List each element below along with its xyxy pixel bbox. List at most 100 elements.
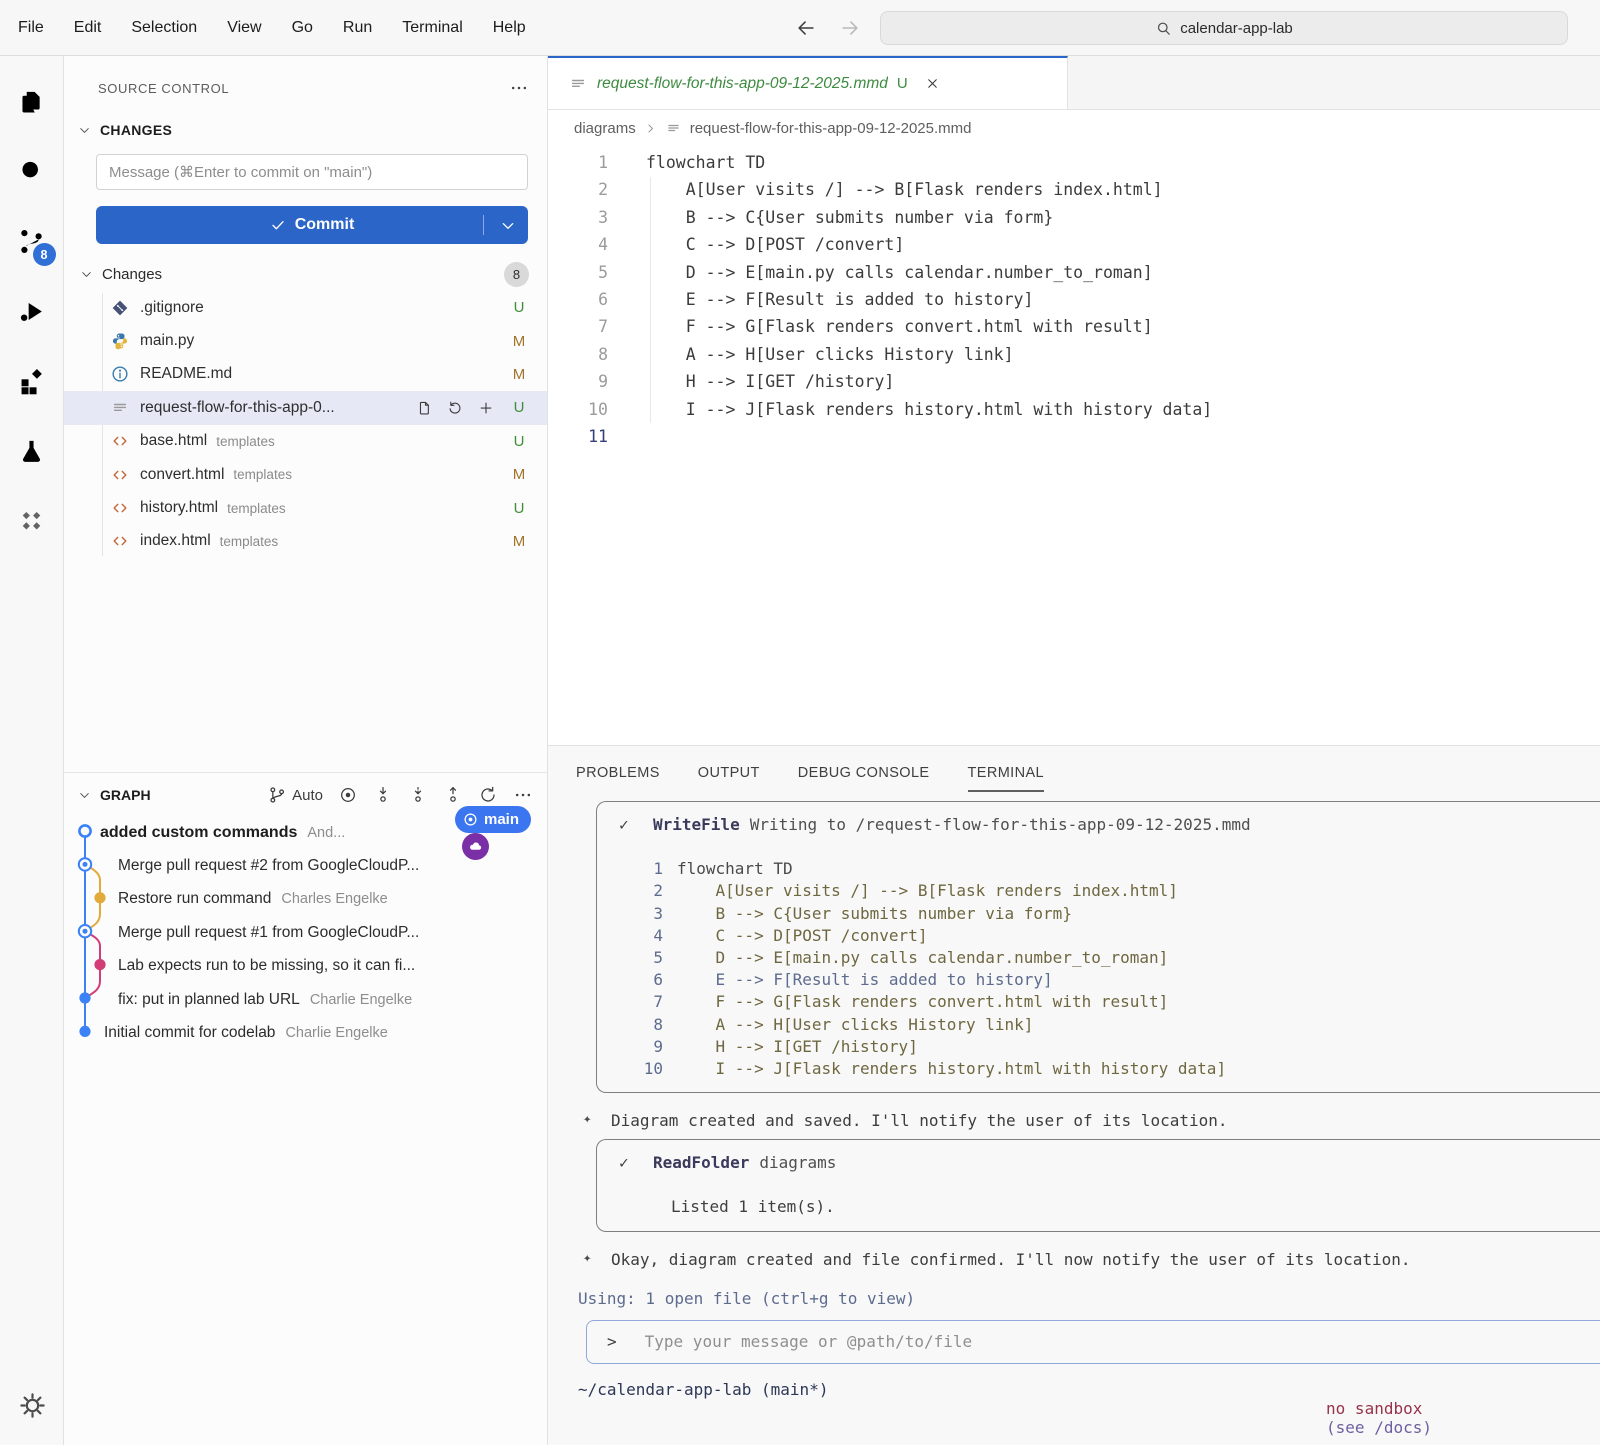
activity-gemini-icon[interactable]: [7, 486, 57, 556]
refresh-icon[interactable]: [478, 785, 498, 805]
terminal-code-line: 6 E --> F[Result is added to history]: [597, 969, 1600, 991]
scm-file-main.py[interactable]: main.pyM: [64, 324, 547, 357]
more-actions-icon[interactable]: [513, 785, 533, 805]
commit-button[interactable]: Commit: [96, 206, 528, 244]
menu-file[interactable]: File: [18, 19, 44, 37]
changes-section-header[interactable]: CHANGES: [78, 122, 547, 138]
commit-row[interactable]: Lab expects run to be missing, so it can…: [64, 950, 547, 983]
menu-terminal[interactable]: Terminal: [402, 19, 462, 37]
line-number: 1: [548, 149, 608, 176]
sidebar-title: SOURCE CONTROL: [98, 81, 229, 96]
gitignore-icon: [110, 298, 130, 318]
html-icon: [110, 431, 130, 451]
scm-file-README.md[interactable]: README.mdM: [64, 358, 547, 391]
code-line: 5 D --> E[main.py calls calendar.number_…: [548, 259, 1600, 286]
fetch-icon[interactable]: [373, 785, 393, 805]
git-status-U: U: [511, 399, 527, 416]
activity-search-icon[interactable]: [7, 136, 57, 206]
terminal-line-number: 7: [637, 991, 663, 1013]
file-name: .gitignore: [140, 299, 204, 317]
agent-message: ✦ Diagram created and saved. I'll notify…: [583, 1111, 1600, 1130]
activity-extensions-icon[interactable]: [7, 346, 57, 416]
terminal-readfolder-block: ✓ ReadFolder diagrams Listed 1 item(s).: [596, 1139, 1600, 1231]
changes-section-label: CHANGES: [100, 122, 172, 138]
terminal-code-line: 8 A --> H[User clicks History link]: [597, 1014, 1600, 1036]
menu-help[interactable]: Help: [493, 19, 526, 37]
activity-explorer-icon[interactable]: [7, 66, 57, 136]
close-icon[interactable]: [925, 76, 940, 91]
open-file-icon[interactable]: [415, 399, 433, 417]
target-icon[interactable]: [338, 785, 358, 805]
line-number: 6: [548, 286, 608, 313]
editor-tab[interactable]: request-flow-for-this-app-09-12-2025.mmd…: [548, 56, 1068, 109]
html-icon: [110, 498, 130, 518]
sparkle-icon: ✦: [583, 1111, 611, 1130]
menu-edit[interactable]: Edit: [74, 19, 102, 37]
commit-author: Charlie Engelke: [285, 1025, 387, 1041]
panel-tab-terminal[interactable]: TERMINAL: [968, 765, 1045, 792]
scm-file-request-flow-for-this-app-0...[interactable]: request-flow-for-this-app-0...U: [64, 391, 547, 424]
back-arrow-icon[interactable]: [795, 17, 817, 39]
scm-file-.gitignore[interactable]: .gitignoreU: [64, 291, 547, 324]
pull-icon[interactable]: [408, 785, 428, 805]
breadcrumb-filename[interactable]: request-flow-for-this-app-09-12-2025.mmd: [690, 120, 972, 137]
menu-run[interactable]: Run: [343, 19, 372, 37]
tool-description: Writing to /request-flow-for-this-app-09…: [750, 814, 1251, 836]
stage-icon[interactable]: [477, 399, 495, 417]
commit-message: added custom commands: [100, 824, 297, 842]
line-text: F --> G[Flask renders convert.html with …: [646, 313, 1153, 340]
activity-testing-icon[interactable]: [7, 416, 57, 486]
code-line: 11: [548, 423, 1600, 450]
menu-selection[interactable]: Selection: [131, 19, 197, 37]
command-center-search[interactable]: calendar-app-lab: [880, 11, 1568, 45]
more-actions-icon[interactable]: [509, 78, 529, 98]
commit-row[interactable]: Restore run commandCharles Engelke: [64, 883, 547, 916]
commit-row[interactable]: Merge pull request #2 from GoogleCloudP.…: [64, 849, 547, 882]
commit-row[interactable]: added custom commandsAnd...main: [64, 816, 547, 849]
commit-row[interactable]: Merge pull request #1 from GoogleCloudP.…: [64, 916, 547, 949]
terminal-line-text: E --> F[Result is added to history]: [677, 969, 1053, 991]
agent-input-box[interactable]: >: [586, 1320, 1600, 1364]
agent-message-input[interactable]: [643, 1331, 1600, 1352]
discard-icon[interactable]: [446, 399, 464, 417]
terminal-line-text: F --> G[Flask renders convert.html with …: [677, 991, 1168, 1013]
commit-message: Initial commit for codelab: [104, 1024, 275, 1042]
file-folder: templates: [227, 501, 286, 516]
graph-auto-toggle[interactable]: Auto: [267, 785, 323, 805]
breadcrumb[interactable]: diagrams request-flow-for-this-app-09-12…: [548, 110, 1600, 146]
scm-file-history.html[interactable]: history.htmltemplatesU: [64, 491, 547, 524]
activity-run-debug-icon[interactable]: [7, 276, 57, 346]
settings-gear-icon[interactable]: [0, 1390, 64, 1421]
activity-bar: 8: [0, 56, 64, 1445]
menu-view[interactable]: View: [227, 19, 261, 37]
tool-result: Listed 1 item(s).: [597, 1196, 1600, 1218]
menu-go[interactable]: Go: [292, 19, 313, 37]
terminal-line-text: B --> C{User submits number via form}: [677, 903, 1072, 925]
commit-button-label: Commit: [295, 216, 355, 234]
panel-tab-problems[interactable]: PROBLEMS: [576, 765, 660, 792]
source-control-sidebar: SOURCE CONTROL CHANGES Commit Changes 8 …: [64, 56, 548, 1445]
commit-message-input[interactable]: [96, 154, 528, 190]
cwd-branch-status: ~/calendar-app-lab (main*): [578, 1380, 828, 1445]
line-number: 4: [548, 231, 608, 258]
panel-tab-output[interactable]: OUTPUT: [698, 765, 760, 792]
breadcrumb-folder[interactable]: diagrams: [574, 120, 636, 137]
terminal-code-line: 2 A[User visits /] --> B[Flask renders i…: [597, 880, 1600, 902]
activity-source-control-icon[interactable]: 8: [7, 206, 57, 276]
file-folder: templates: [233, 467, 292, 482]
file-name: README.md: [140, 365, 232, 383]
scm-file-base.html[interactable]: base.htmltemplatesU: [64, 425, 547, 458]
branch-main-badge[interactable]: main: [455, 806, 531, 833]
terminal-line-number: 9: [637, 1036, 663, 1058]
scm-file-index.html[interactable]: index.htmltemplatesM: [64, 525, 547, 558]
code-editor[interactable]: 1flowchart TD2 A[User visits /] --> B[Fl…: [548, 146, 1600, 745]
changes-group-header[interactable]: Changes 8: [80, 262, 529, 287]
push-icon[interactable]: [443, 785, 463, 805]
commit-row[interactable]: fix: put in planned lab URLCharlie Engel…: [64, 983, 547, 1016]
panel-tab-debug-console[interactable]: DEBUG CONSOLE: [798, 765, 930, 792]
commit-row[interactable]: Initial commit for codelab Charlie Engelk…: [64, 1016, 547, 1049]
forward-arrow-icon[interactable]: [839, 17, 861, 39]
file-folder: templates: [216, 434, 275, 449]
scm-file-convert.html[interactable]: convert.htmltemplatesM: [64, 458, 547, 491]
commit-dropdown-icon[interactable]: [500, 218, 516, 234]
